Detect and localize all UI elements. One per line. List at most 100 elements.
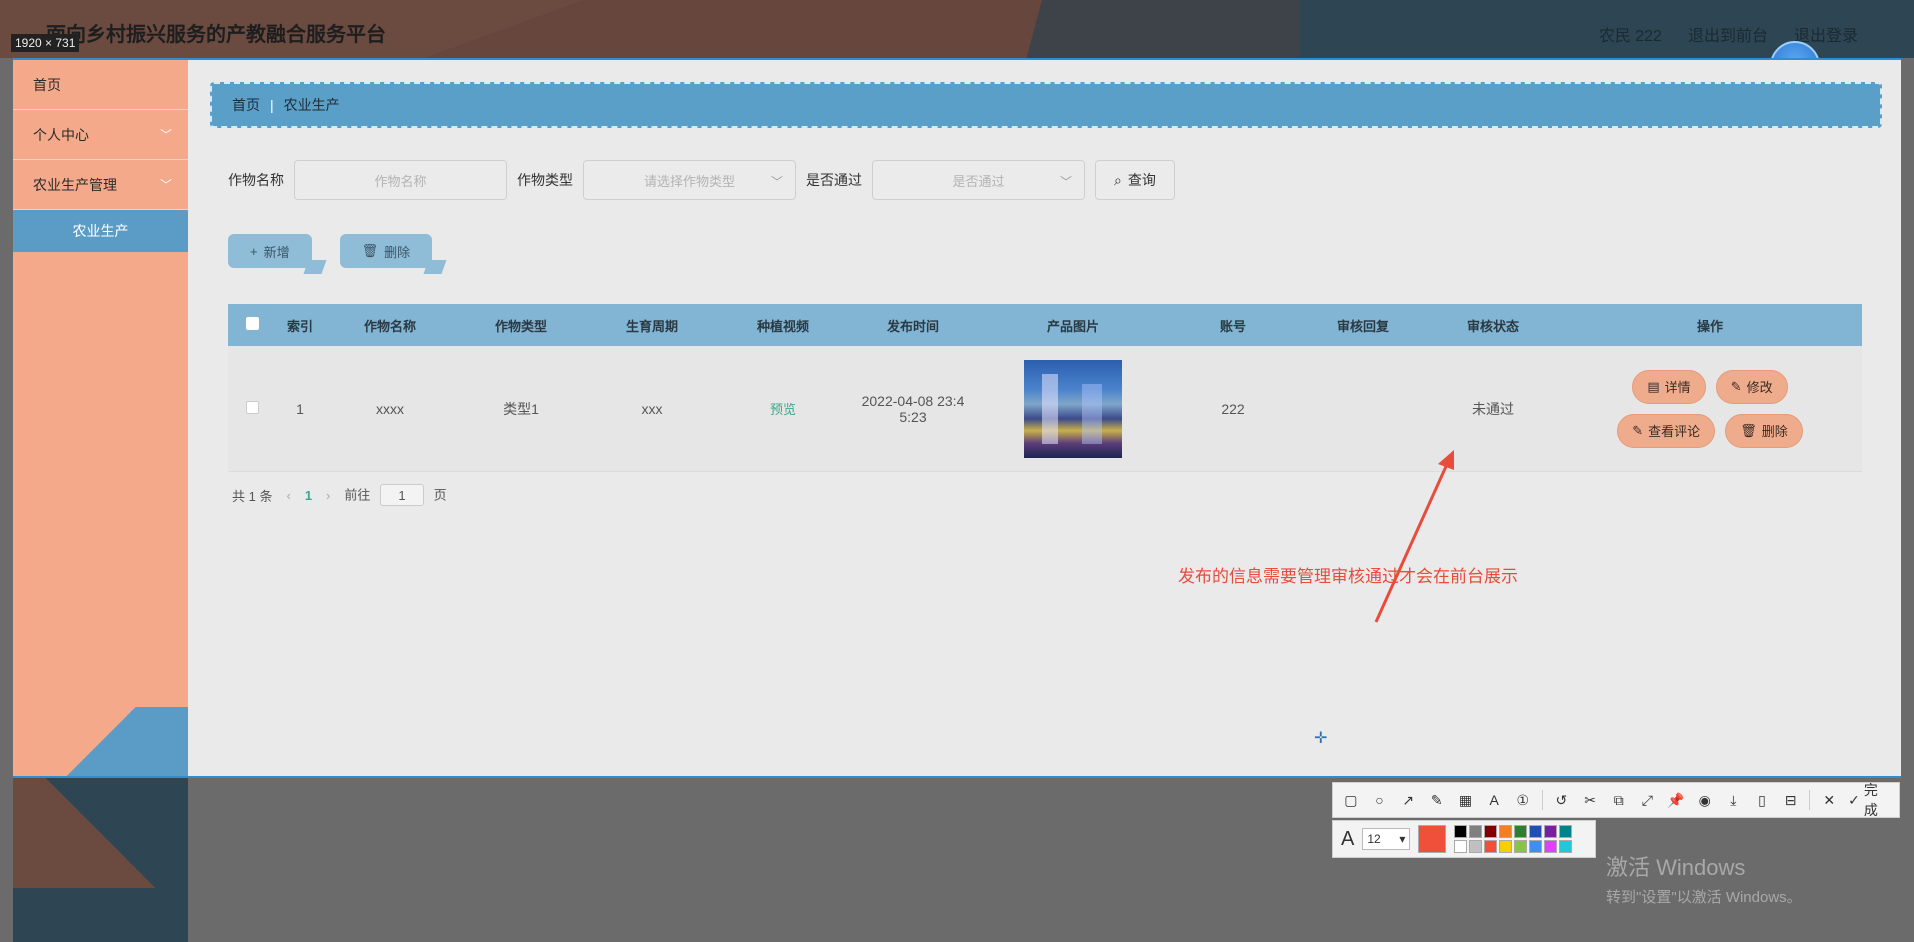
back-to-front-link[interactable]: 退出到前台: [1688, 22, 1768, 46]
crop-type-placeholder: 请选择作物类型: [643, 173, 735, 189]
app-title: 面向乡村振兴服务的产教融合服务平台: [46, 24, 386, 46]
pin-icon[interactable]: 📌: [1666, 792, 1686, 809]
color-swatch[interactable]: [1514, 840, 1528, 853]
sidebar-item-personal-center[interactable]: 个人中心 ﹀: [13, 110, 188, 160]
current-color-swatch[interactable]: [1418, 825, 1447, 853]
top-header: 面向乡村振兴服务的产教融合服务平台 农民 222 退出到前台 退出登录: [0, 0, 1914, 58]
crop-name-placeholder: 作物名称: [374, 173, 427, 189]
row-delete-button[interactable]: 🗑 删除: [1725, 413, 1803, 448]
color-swatch[interactable]: [1514, 825, 1528, 838]
close-icon[interactable]: ✕: [1819, 792, 1839, 809]
color-swatch[interactable]: [1484, 840, 1498, 853]
text-style-toolbar: A 12 ▾: [1332, 820, 1596, 858]
product-image[interactable]: [1024, 359, 1122, 458]
color-swatch[interactable]: [1454, 825, 1468, 838]
pen-icon[interactable]: ✎: [1427, 792, 1447, 809]
select-all-checkbox[interactable]: [245, 317, 259, 330]
bookmark-icon[interactable]: ⊟: [1781, 792, 1801, 809]
column-header: 发布时间: [886, 318, 939, 334]
expand-icon[interactable]: ⤢: [1638, 792, 1658, 809]
breadcrumb-home[interactable]: 首页: [232, 95, 260, 115]
color-swatch[interactable]: [1499, 840, 1513, 853]
data-table: 索引 作物名称 作物类型 生育周期 种植视频 发布时间 产品图片 账号 审核回复…: [228, 304, 1862, 472]
arrow-icon[interactable]: ↗: [1398, 792, 1418, 809]
total-count: 共 1 条: [232, 488, 273, 504]
undo-icon[interactable]: ↺: [1552, 792, 1572, 809]
column-header: 账号: [1219, 318, 1246, 334]
color-swatch[interactable]: [1559, 825, 1573, 838]
crop-name-label: 作物名称: [228, 172, 284, 188]
select-all-cell: [228, 317, 276, 333]
crop-type-select[interactable]: 请选择作物类型 ﹀: [583, 160, 796, 200]
color-swatch[interactable]: [1469, 840, 1483, 853]
toolbar-divider: [1541, 790, 1543, 810]
operation-buttons: ▤ 详情 ✎ 修改 ✎ 查看评论 🗑 删除: [1558, 369, 1862, 448]
color-swatch[interactable]: [1499, 825, 1513, 838]
pass-status-select[interactable]: 是否通过 ﹀: [872, 160, 1085, 200]
column-header: 审核状态: [1466, 318, 1519, 334]
cell-product-image: [978, 359, 1168, 458]
crosshair-icon: ✛: [1314, 730, 1328, 747]
phone-icon[interactable]: ▯: [1752, 792, 1772, 809]
mosaic-icon[interactable]: ▦: [1456, 792, 1476, 809]
page-unit-label: 页: [433, 487, 447, 503]
color-swatch[interactable]: [1454, 840, 1468, 853]
goto-page-input[interactable]: 1: [380, 484, 425, 506]
number-icon[interactable]: ①: [1513, 792, 1533, 809]
toolbar-divider: [1809, 790, 1811, 810]
record-icon[interactable]: ◉: [1695, 792, 1715, 809]
color-swatch[interactable]: [1529, 825, 1543, 838]
next-page-icon[interactable]: ›: [326, 488, 330, 503]
column-header: 操作: [1696, 318, 1723, 334]
selection-border-bottom: [13, 776, 1901, 778]
color-swatch[interactable]: [1469, 825, 1483, 838]
sidebar-item-home[interactable]: 首页: [13, 60, 188, 110]
color-swatch[interactable]: [1559, 840, 1573, 853]
download-icon[interactable]: ⤓: [1724, 792, 1744, 809]
checkmark-icon: ✓: [1848, 791, 1860, 808]
color-swatch[interactable]: [1544, 825, 1558, 838]
breadcrumb-separator: |: [270, 97, 274, 113]
sidebar-subitem-agri-production[interactable]: 农业生产: [13, 210, 188, 252]
text-icon[interactable]: A: [1484, 792, 1504, 808]
chevron-down-icon: ﹀: [770, 175, 783, 189]
header-links: 农民 222 退出到前台 退出登录: [1599, 22, 1858, 46]
search-icon: ⌕: [1114, 171, 1122, 188]
edit-button[interactable]: ✎ 修改: [1715, 369, 1788, 404]
row-checkbox[interactable]: [245, 400, 259, 414]
detail-button[interactable]: ▤ 详情: [1632, 369, 1706, 404]
video-preview-link[interactable]: 预览: [770, 402, 796, 417]
windows-activation-watermark: 激活 Windows 转到"设置"以激活 Windows。: [1606, 850, 1802, 907]
sidebar-decoration: [13, 707, 188, 777]
query-button[interactable]: ⌕ 查询: [1095, 160, 1175, 200]
sidebar-item-agri-management[interactable]: 农业生产管理 ﹀: [13, 160, 188, 210]
current-page[interactable]: 1: [305, 488, 312, 503]
sidebar-item-label: 首页: [33, 76, 61, 93]
rectangle-icon[interactable]: ▢: [1341, 792, 1361, 809]
edit-button-label: 修改: [1746, 380, 1773, 395]
view-comments-button[interactable]: ✎ 查看评论: [1617, 413, 1716, 448]
trash-icon: 🗑: [361, 243, 379, 258]
crop-name-input[interactable]: 作物名称: [294, 160, 507, 200]
add-button[interactable]: + 新增: [228, 234, 312, 268]
scissors-icon[interactable]: ✂: [1580, 792, 1600, 809]
caret-down-icon: ▾: [1399, 832, 1406, 846]
breadcrumb-current: 农业生产: [283, 97, 340, 113]
crop-type-label: 作物类型: [517, 172, 573, 188]
font-size-select[interactable]: 12 ▾: [1362, 828, 1411, 850]
publish-time-line1: 2022-04-08 23:4: [861, 392, 965, 409]
done-button[interactable]: ✓ 完成: [1848, 780, 1891, 820]
prev-page-icon[interactable]: ‹: [286, 488, 290, 503]
breadcrumb: 首页 | 农业生产: [210, 82, 1882, 128]
batch-delete-button[interactable]: 🗑 删除: [339, 234, 433, 268]
ocr-icon[interactable]: ⧉: [1609, 792, 1629, 809]
color-swatch[interactable]: [1484, 825, 1498, 838]
color-swatch[interactable]: [1529, 840, 1543, 853]
pencil-icon: ✎: [1730, 378, 1742, 394]
cell-growth-cycle: xxx: [641, 400, 663, 417]
color-swatch[interactable]: [1544, 840, 1558, 853]
circle-icon[interactable]: ○: [1370, 792, 1390, 808]
cell-video: 预览: [718, 399, 848, 418]
view-comments-label: 查看评论: [1648, 424, 1701, 439]
pagination: 共 1 条 ‹ 1 › 前往 1 页: [232, 484, 447, 506]
